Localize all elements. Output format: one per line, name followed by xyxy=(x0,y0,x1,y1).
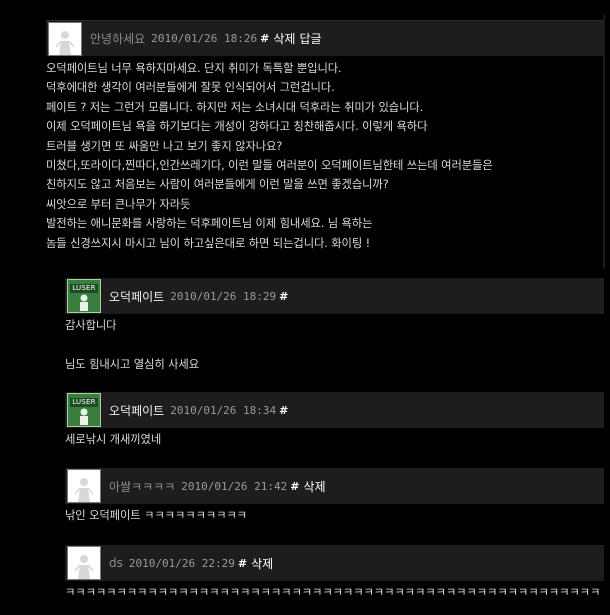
comment-author[interactable]: 오덕페이트 xyxy=(109,288,164,305)
avatar[interactable] xyxy=(67,469,101,503)
comment-line: 님도 힘내시고 열심히 사세요 xyxy=(65,357,199,371)
comment-header: LUSER 오덕페이트 2010/01/26 18:29 # xyxy=(65,278,604,314)
comment-author[interactable]: 안녕하세요 xyxy=(90,30,145,47)
silhouette-icon xyxy=(80,408,88,425)
permalink-link[interactable]: # xyxy=(279,404,288,417)
comment-line: 발전하는 애니문화를 사랑하는 덕후페이트님 이제 힘내세요. 님 욕하는 xyxy=(46,217,373,231)
reply-link[interactable]: 답글 xyxy=(299,30,321,47)
comment-header: ds 2010/01/26 22:29 # 삭제 xyxy=(65,545,604,581)
comment-line: 씨앗으로 부터 큰나무가 자라듯 xyxy=(46,197,191,211)
comment-header: 아쌀ㅋㅋㅋㅋ 2010/01/26 21:42 # 삭제 xyxy=(65,468,604,504)
comment-date: 2010/01/26 18:26 xyxy=(151,32,258,45)
comment-line xyxy=(65,335,199,354)
comment-author[interactable]: ds xyxy=(109,556,123,570)
permalink-link[interactable]: # xyxy=(260,32,269,45)
divider xyxy=(603,15,605,269)
permalink-link[interactable]: # xyxy=(290,480,299,493)
comment-line: 감사합니다 xyxy=(65,319,117,332)
luser-badge-icon: LUSER xyxy=(70,284,98,293)
delete-link[interactable]: 삭제 xyxy=(273,30,295,47)
comment-line: 페이트 ? 저는 그런거 모릅니다. 하지만 저는 소녀시대 덕후라는 취미가 … xyxy=(46,100,424,114)
silhouette-icon xyxy=(74,478,94,502)
comment-line: 오덕페이트님 너무 욕하지마세요. 단지 취미가 독특할 뿐입니다. xyxy=(46,62,342,75)
comment-body: 세로낚시 개새끼였네 xyxy=(65,430,161,449)
comment-body: 감사합니다 님도 힘내시고 열심히 사세요 xyxy=(65,316,199,374)
comment-header: 안녕하세요 2010/01/26 18:26 # 삭제 답글 xyxy=(46,20,604,56)
comment-line: 덕후에대한 생각이 여러분들에게 잘못 인식되어서 그런겁니다. xyxy=(46,81,335,95)
delete-link[interactable]: 삭제 xyxy=(251,555,273,572)
comment-date: 2010/01/26 18:34 xyxy=(170,403,277,417)
permalink-link[interactable]: # xyxy=(238,557,247,570)
delete-link[interactable]: 삭제 xyxy=(303,478,325,495)
silhouette-icon xyxy=(80,294,88,311)
silhouette-icon xyxy=(74,555,94,579)
comment-line: 트러블 생기면 또 싸움만 나고 보기 좋지 않자나요? xyxy=(46,139,283,153)
comment-line: ㅋㅋㅋㅋㅋㅋㅋㅋㅋㅋㅋㅋㅋㅋㅋㅋㅋㅋㅋㅋㅋㅋㅋㅋㅋㅋㅋㅋㅋㅋㅋㅋㅋㅋㅋㅋㅋㅋㅋㅋ… xyxy=(65,586,601,599)
comment-body: ㅋㅋㅋㅋㅋㅋㅋㅋㅋㅋㅋㅋㅋㅋㅋㅋㅋㅋㅋㅋㅋㅋㅋㅋㅋㅋㅋㅋㅋㅋㅋㅋㅋㅋㅋㅋㅋㅋㅋㅋ… xyxy=(65,583,610,602)
comment-body: 낚인 오덕페이트 ㅋㅋㅋㅋㅋㅋㅋㅋㅋㅋ xyxy=(65,506,247,525)
comment-line: 친하지도 않고 처음보는 사람이 여러분들에게 이런 말을 쓰면 좋겠습니까? xyxy=(46,178,389,192)
comment-date: 2010/01/26 22:29 xyxy=(128,556,235,570)
comment-line: 낚인 오덕페이트 ㅋㅋㅋㅋㅋㅋㅋㅋㅋㅋ xyxy=(65,509,247,522)
silhouette-icon xyxy=(55,30,75,55)
comment-date: 2010/01/26 18:29 xyxy=(170,289,277,303)
comment-body: 오덕페이트님 너무 욕하지마세요. 단지 취미가 독특할 뿐입니다. 덕후에대한… xyxy=(46,59,493,253)
comment-date: 2010/01/26 21:42 xyxy=(181,479,288,493)
avatar[interactable] xyxy=(48,21,82,56)
comment-author[interactable]: 아쌀ㅋㅋㅋㅋ xyxy=(109,478,175,495)
luser-badge-icon: LUSER xyxy=(70,398,98,407)
comment-line: 미쳤다,또라이다,찐따다,인간쓰레기다, 이런 말들 여러분이 오덕페이트님한테… xyxy=(46,159,493,173)
avatar[interactable] xyxy=(67,546,101,580)
comment-author[interactable]: 오덕페이트 xyxy=(109,402,164,419)
comment-line: 이제 오덕페이트님 욕을 하기보다는 개성이 강하다고 칭찬해줍시다. 이렇게 … xyxy=(46,120,428,134)
avatar[interactable]: LUSER xyxy=(67,393,101,427)
comment-header: LUSER 오덕페이트 2010/01/26 18:34 # xyxy=(65,392,604,428)
comment-line: 놈들 신경쓰지시 마시고 님이 하고싶은대로 하면 되는겁니다. 화이팅 ! xyxy=(46,236,371,250)
permalink-link[interactable]: # xyxy=(279,290,288,303)
avatar[interactable]: LUSER xyxy=(67,279,101,313)
comment-line: 세로낚시 개새끼였네 xyxy=(65,433,162,446)
